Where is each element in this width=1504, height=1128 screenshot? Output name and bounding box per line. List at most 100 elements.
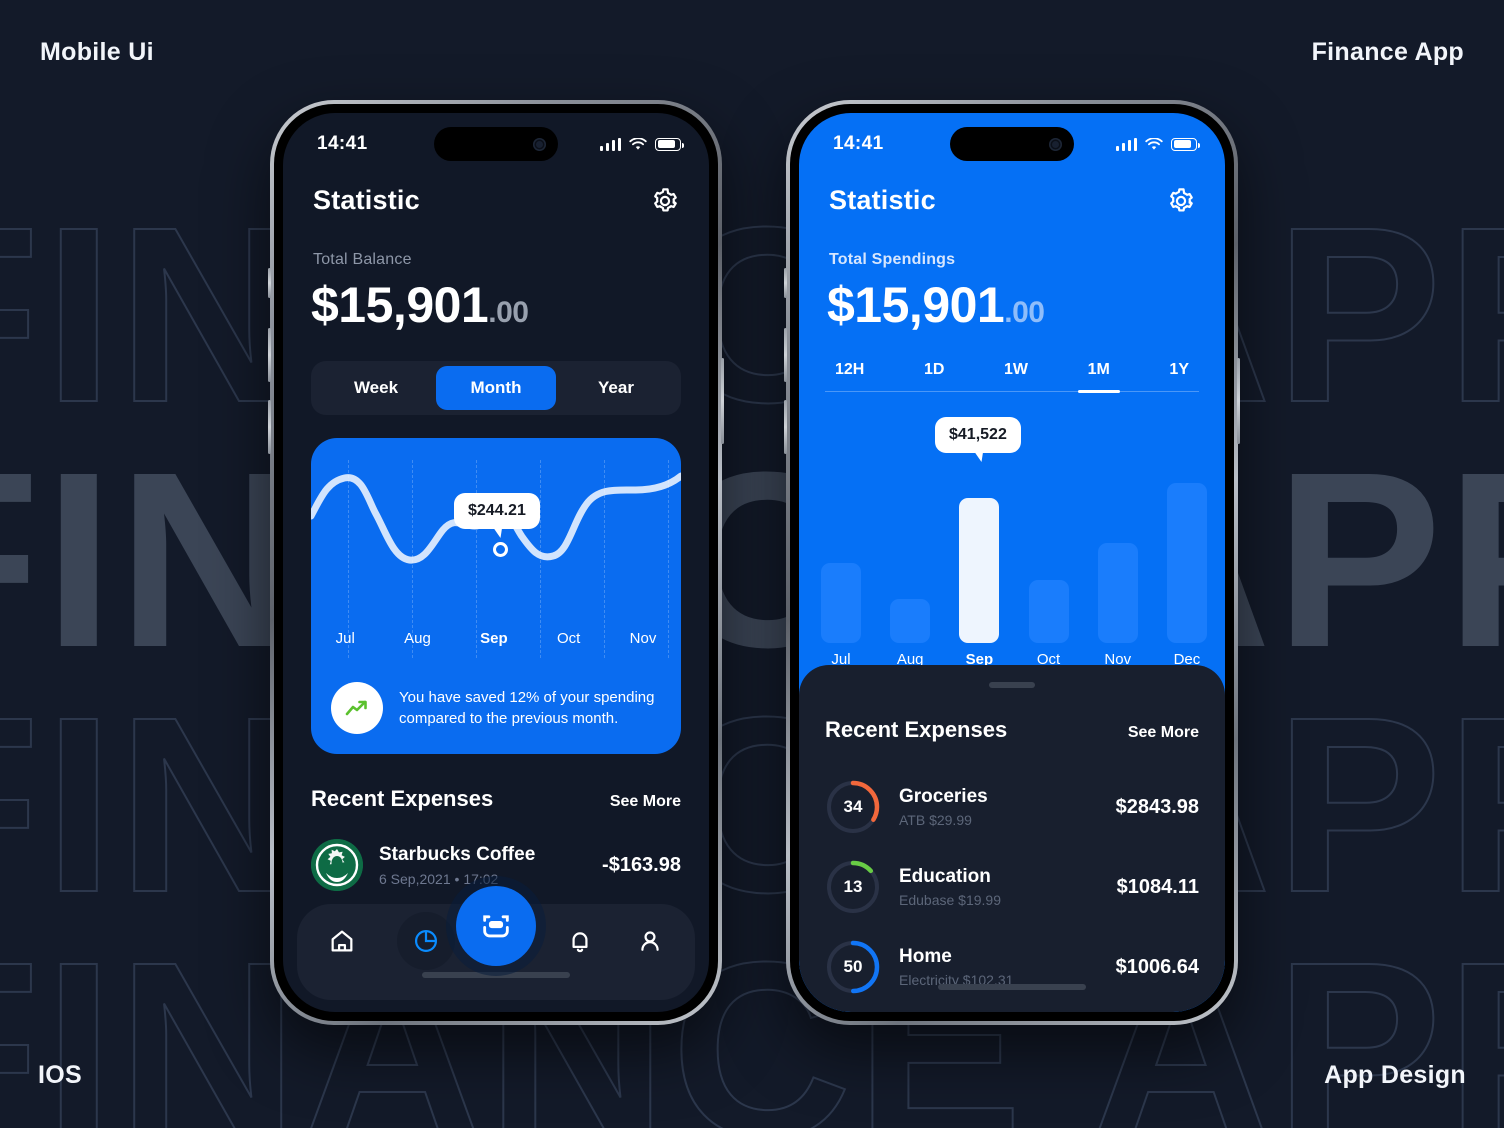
segment-week[interactable]: Week — [316, 366, 436, 410]
range-tab-1w[interactable]: 1W — [994, 361, 1038, 391]
range-tab-12h[interactable]: 12H — [825, 361, 874, 391]
progress-ring-education: 13 — [825, 859, 881, 915]
range-tab-1m[interactable]: 1M — [1077, 361, 1121, 393]
bar-dec[interactable] — [1166, 483, 1207, 643]
see-more-link[interactable]: See More — [610, 793, 681, 811]
screen-statistic-blue: 14:41 Statistic Total Spendings $15,901.… — [799, 113, 1225, 1012]
app-header: Statistic — [283, 185, 709, 216]
total-spendings-label: Total Spendings — [829, 251, 956, 268]
x-label-oct: Oct — [557, 630, 581, 647]
category-sub: ATB $29.99 — [899, 812, 972, 828]
page-title: Statistic — [313, 185, 420, 215]
status-time: 14:41 — [317, 133, 368, 154]
x-label-aug: Aug — [404, 630, 431, 647]
scan-fab-button[interactable] — [456, 886, 536, 966]
status-bar: 14:41 — [799, 113, 1225, 175]
tab-statistics[interactable] — [397, 912, 455, 970]
screen-statistic-dark: 14:41 Statistic Total Balance $15,901.00… — [283, 113, 709, 1012]
section-title: Recent Expenses — [825, 717, 1008, 742]
bg-word-row: FINANCE APP — [0, 175, 1504, 454]
ring-count: 50 — [843, 957, 863, 976]
list-item[interactable]: 34 Groceries ATB $29.99 $2843.98 — [825, 779, 1199, 835]
person-icon — [641, 931, 659, 951]
segment-month[interactable]: Month — [436, 366, 556, 410]
total-balance-label: Total Balance — [313, 251, 412, 268]
battery-icon — [1171, 137, 1200, 151]
bg-word-row: FINANCE APP — [0, 420, 1504, 699]
spendings-whole: $15,901 — [827, 277, 1005, 333]
volume-up-button[interactable] — [268, 328, 271, 382]
bar-nov[interactable] — [1097, 543, 1138, 643]
gear-icon[interactable] — [651, 187, 679, 215]
home-indicator — [938, 984, 1086, 990]
balance-whole: $15,901 — [311, 277, 489, 333]
cellular-bars-icon — [1115, 137, 1137, 151]
line-chart-tooltip: $244.21 — [454, 493, 540, 529]
bell-icon — [572, 932, 588, 953]
expense-amount: -$163.98 — [602, 853, 681, 876]
x-label-nov: Nov — [629, 630, 657, 647]
expense-time: 17:02 — [463, 870, 499, 887]
bg-word-row: FINANCE APP — [0, 665, 1504, 944]
category-name: Education — [899, 866, 991, 887]
caption-top-right: Finance App — [1311, 38, 1464, 66]
home-indicator — [422, 972, 570, 978]
x-label-jul: Jul — [335, 630, 355, 647]
poster-stage: FINANCE APP FINANCE APP FINANCE APP FINA… — [0, 0, 1504, 1128]
expense-date: 6 Sep,2021 — [379, 870, 451, 887]
phone-bezel: 14:41 Statistic — [274, 104, 718, 1021]
savings-note-text: You have saved 12% of your spending comp… — [399, 689, 655, 727]
status-bar: 14:41 — [283, 113, 709, 175]
list-item[interactable]: 13 Education Edubase $19.99 $1084.11 — [825, 859, 1199, 915]
category-amount: $1006.64 — [1115, 955, 1199, 978]
bar-oct[interactable] — [1028, 580, 1069, 643]
tab-home[interactable] — [327, 926, 357, 956]
line-chart-card: $244.21 Jul Aug Sep Oct Nov You have sav… — [311, 438, 681, 754]
page-title: Statistic — [829, 185, 936, 215]
balance-cents: .00 — [488, 296, 529, 329]
recent-expenses-header: Recent Expenses See More — [825, 717, 1199, 743]
tab-notifications[interactable] — [565, 926, 595, 956]
volume-down-button[interactable] — [784, 400, 787, 454]
range-tab-1y[interactable]: 1Y — [1159, 361, 1199, 391]
list-item[interactable]: Starbucks Coffee 6 Sep,2021 • 17:02 -$16… — [311, 839, 681, 891]
period-segmented-control[interactable]: Week Month Year — [311, 361, 681, 415]
gear-icon[interactable] — [1167, 187, 1195, 215]
bar-jul[interactable] — [821, 563, 861, 643]
expense-name: Starbucks Coffee — [379, 843, 536, 865]
segment-year[interactable]: Year — [556, 366, 676, 410]
bar-aug[interactable] — [890, 599, 931, 643]
pie-chart-icon — [414, 929, 438, 953]
ring-count: 13 — [843, 877, 863, 896]
bar-series — [821, 463, 1207, 643]
expense-meta: 6 Sep,2021 • 17:02 — [379, 871, 586, 887]
mute-switch[interactable] — [268, 268, 271, 298]
volume-up-button[interactable] — [784, 328, 787, 382]
scan-icon — [483, 915, 509, 938]
tab-profile[interactable] — [635, 926, 665, 956]
bar-chart: $41,522 Jul Aug Sep Oct Nov Dec — [821, 413, 1207, 668]
x-label-sep: Sep — [480, 630, 508, 647]
see-more-link[interactable]: See More — [1128, 724, 1199, 742]
category-amount: $2843.98 — [1115, 795, 1199, 818]
sheet-drag-handle[interactable] — [989, 682, 1035, 688]
battery-icon — [655, 137, 684, 151]
power-button[interactable] — [1237, 358, 1240, 444]
app-header: Statistic — [799, 185, 1225, 216]
bar-sep[interactable] — [959, 498, 1000, 643]
progress-ring-home: 50 — [825, 939, 881, 995]
spendings-cents: .00 — [1004, 296, 1045, 329]
savings-note: You have saved 12% of your spending comp… — [331, 682, 663, 734]
volume-down-button[interactable] — [268, 400, 271, 454]
recent-expenses-header: Recent Expenses See More — [311, 786, 681, 812]
status-time: 14:41 — [833, 133, 884, 154]
section-title: Recent Expenses — [311, 786, 494, 811]
caption-bottom-right: App Design — [1324, 1061, 1466, 1089]
line-chart-active-point[interactable] — [493, 542, 508, 557]
bar-chart-tooltip: $41,522 — [935, 417, 1021, 453]
mute-switch[interactable] — [784, 268, 787, 298]
range-tab-1d[interactable]: 1D — [914, 361, 954, 391]
caption-top-left: Mobile Ui — [40, 38, 154, 66]
power-button[interactable] — [721, 358, 724, 444]
phone-mockup-dark: 14:41 Statistic Total Balance $15,901.00… — [268, 100, 724, 1025]
